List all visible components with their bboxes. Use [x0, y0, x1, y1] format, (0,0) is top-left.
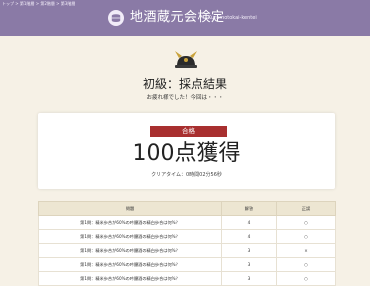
- answer-cell: 3: [221, 271, 277, 286]
- question-cell: 第1問：精米歩合が60%の吟醸酒の精白歩合は何%？: [38, 271, 222, 286]
- header-result: 正誤: [276, 201, 336, 216]
- header-question: 問題: [38, 201, 222, 216]
- clear-time: クリアタイム：0時間02分56秒: [151, 172, 222, 178]
- sake-barrel-icon: [108, 10, 124, 26]
- table-row: 第1問：精米歩合が60%の吟醸酒の精白歩合は何%？ 3 ○: [38, 271, 336, 286]
- table-row: 第1問：精米歩合が60%の吟醸酒の精白歩合は何%？ 3 ×: [38, 243, 336, 258]
- question-cell: 第1問：精米歩合が60%の吟醸酒の精白歩合は何%？: [38, 215, 222, 230]
- site-subtitle: Kuramotokai-kentei: [208, 15, 257, 21]
- table-row: 第1問：精米歩合が60%の吟醸酒の精白歩合は何%？ 4 ○: [38, 229, 336, 244]
- question-cell: 第1問：精米歩合が60%の吟醸酒の精白歩合は何%？: [38, 229, 222, 244]
- score-card: 合格 100点獲得 クリアタイム：0時間02分56秒: [38, 113, 335, 189]
- result-title: 初級：採点結果: [142, 77, 227, 91]
- answer-cell: 4: [221, 215, 277, 230]
- score-text: 100点獲得: [132, 141, 241, 166]
- mark-cell: ○: [276, 271, 336, 286]
- breadcrumb[interactable]: トップ > 第1階層 > 第2階層 > 第3階層: [2, 1, 75, 7]
- answer-cell: 3: [221, 243, 277, 258]
- table-header-row: 問題 解答 正誤: [38, 201, 336, 216]
- mark-cell: ○: [276, 229, 336, 244]
- header-answer: 解答: [221, 201, 277, 216]
- table-row: 第1問：精米歩合が60%の吟醸酒の精白歩合は何%？ 3 ○: [38, 257, 336, 272]
- site-header: トップ > 第1階層 > 第2階層 > 第3階層 地酒蔵元会検定 Kuramot…: [0, 0, 370, 36]
- mark-cell: ×: [276, 243, 336, 258]
- mark-cell: ○: [276, 215, 336, 230]
- answer-cell: 3: [221, 257, 277, 272]
- result-message: お疲れ様でした！今回は・・・: [146, 95, 224, 101]
- results-table: 問題 解答 正誤 第1問：精米歩合が60%の吟醸酒の精白歩合は何%？ 4 ○ 第…: [38, 201, 336, 286]
- answer-cell: 4: [221, 229, 277, 244]
- mark-cell: ○: [276, 257, 336, 272]
- pass-badge: 合格: [150, 126, 227, 137]
- kabuto-helmet-icon: [175, 51, 197, 68]
- table-row: 第1問：精米歩合が60%の吟醸酒の精白歩合は何%？ 4 ○: [38, 215, 336, 230]
- question-cell: 第1問：精米歩合が60%の吟醸酒の精白歩合は何%？: [38, 243, 222, 258]
- question-cell: 第1問：精米歩合が60%の吟醸酒の精白歩合は何%？: [38, 257, 222, 272]
